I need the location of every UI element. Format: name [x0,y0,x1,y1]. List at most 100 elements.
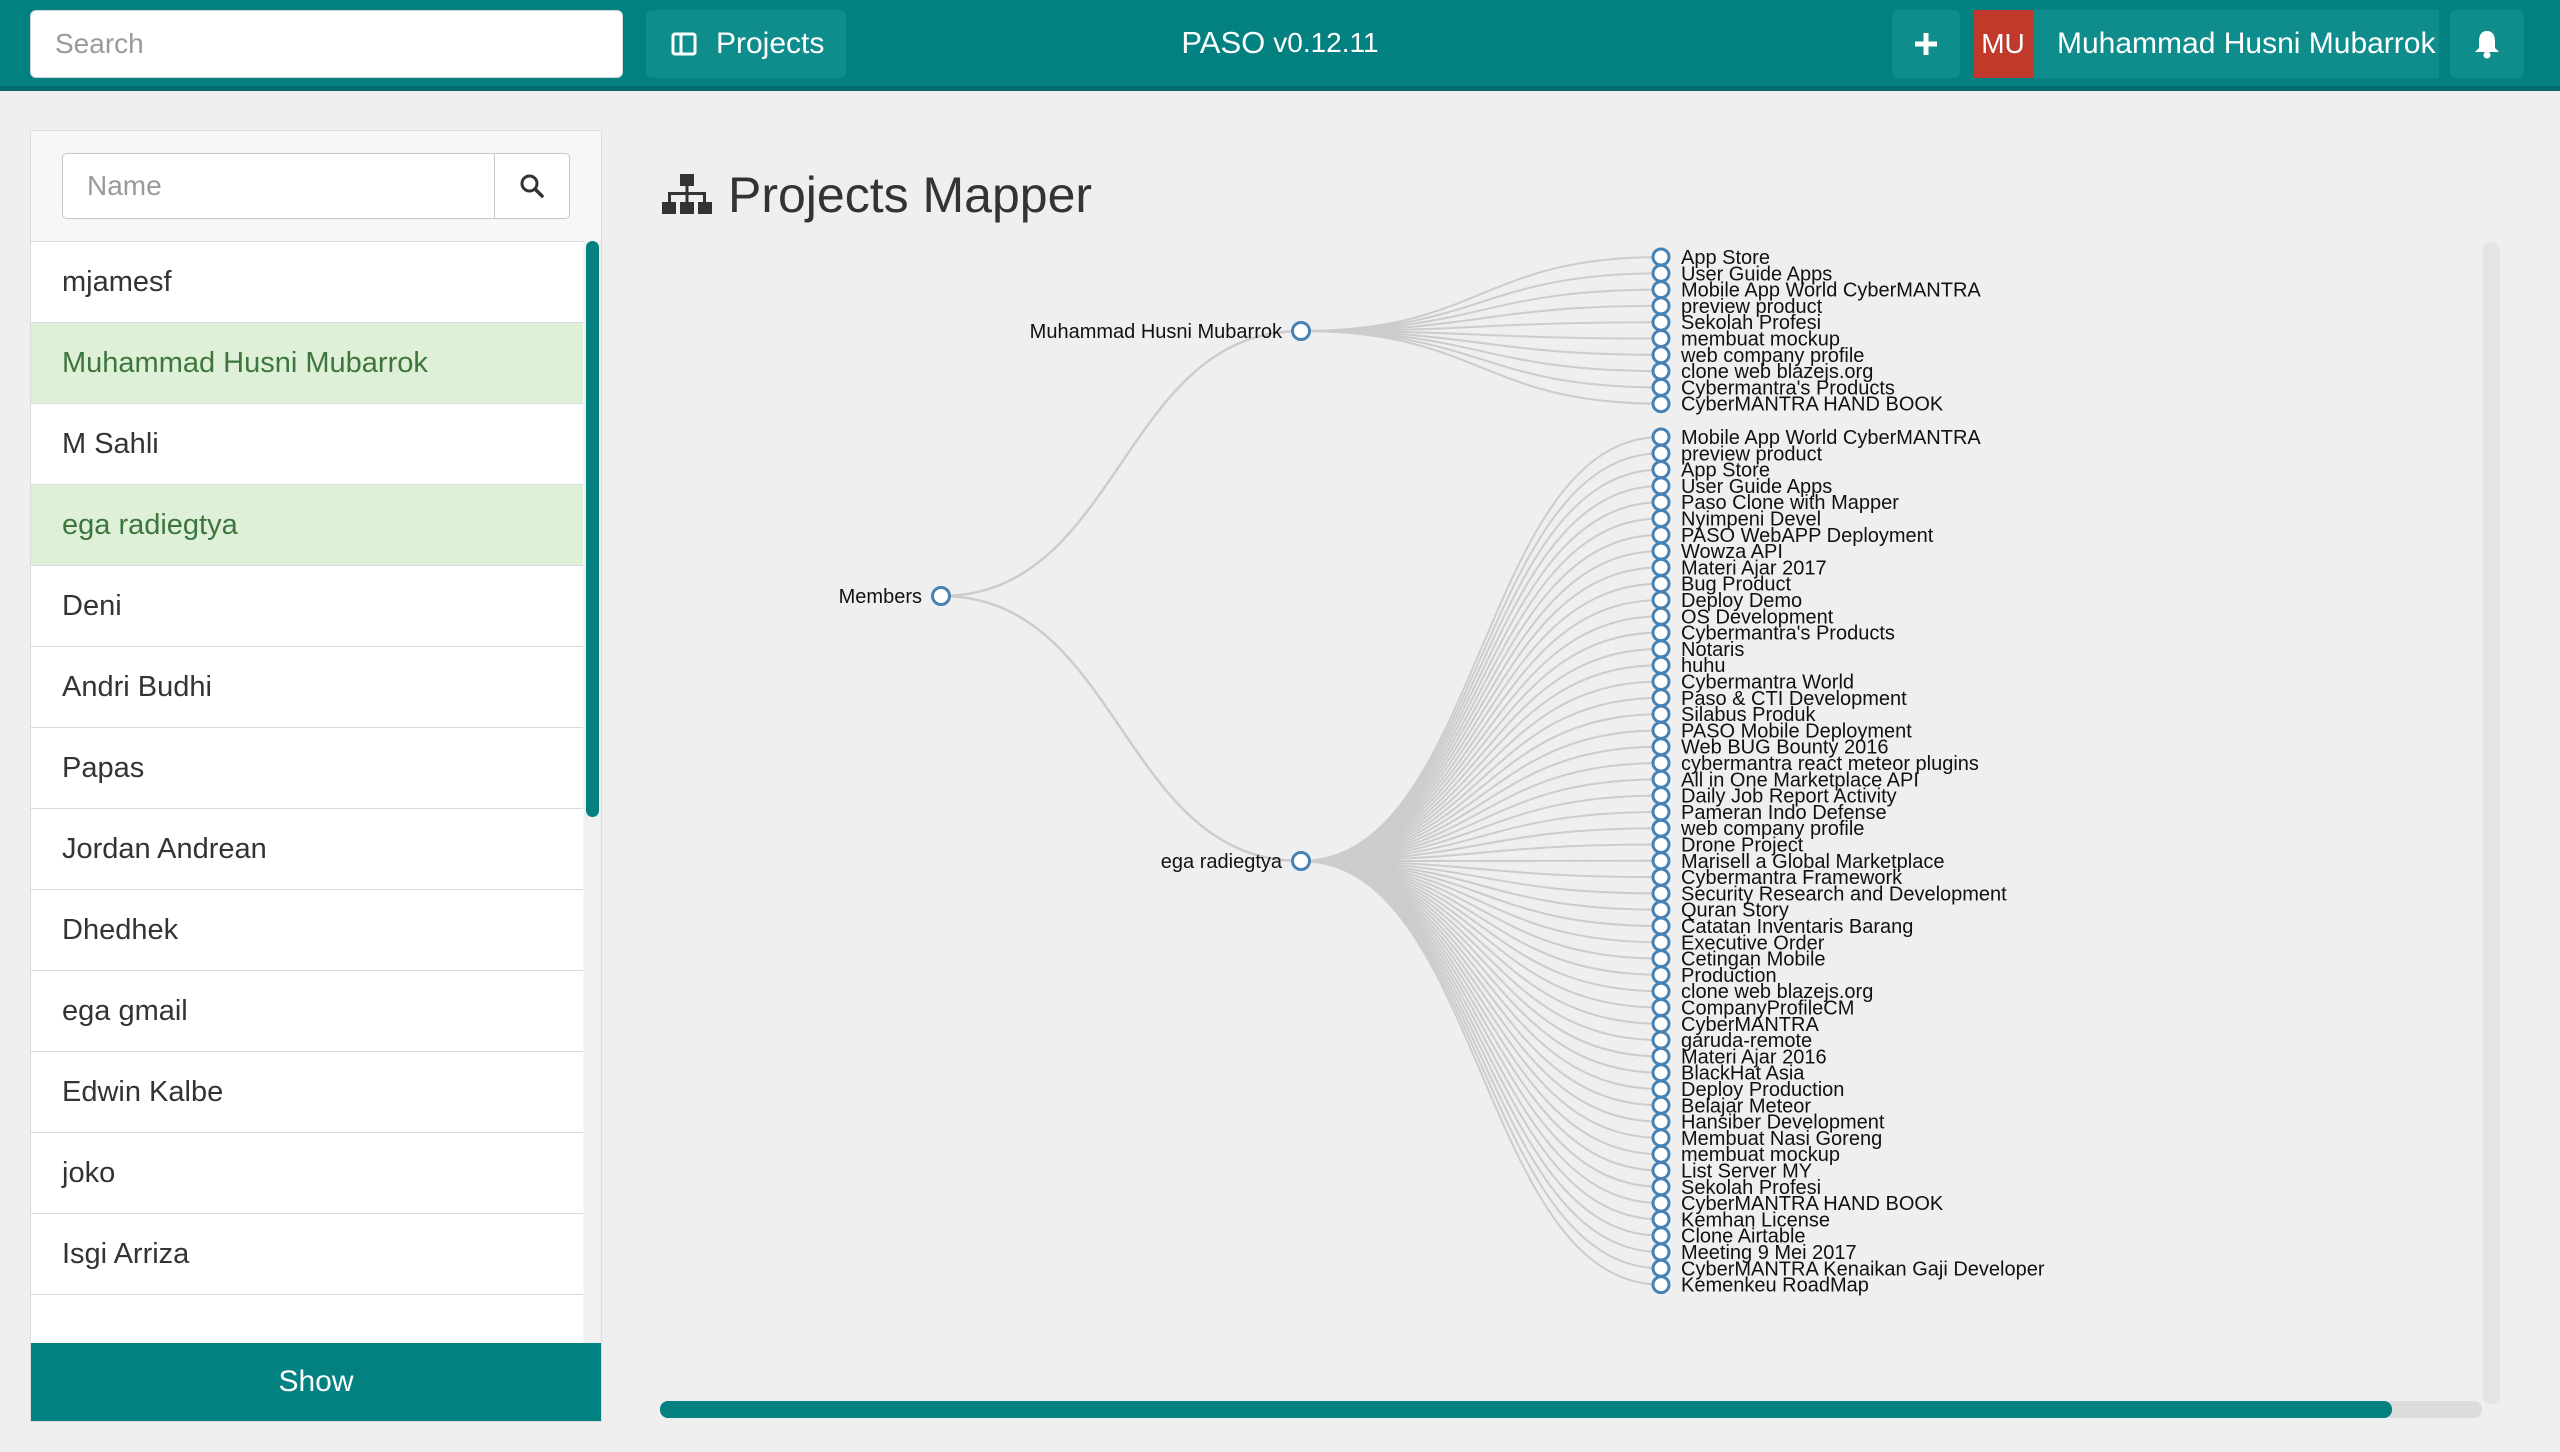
tree-link [1300,517,1662,862]
project-node[interactable] [1651,247,1671,267]
member-node[interactable] [1291,321,1311,341]
project-node[interactable] [1651,263,1671,283]
project-node[interactable] [1651,460,1671,480]
project-node[interactable] [1651,867,1671,887]
project-node[interactable] [1651,1063,1671,1083]
project-node[interactable] [1651,1095,1671,1115]
tree-link [1300,330,1662,389]
project-node[interactable] [1651,312,1671,332]
root-node-label: Members [839,586,922,608]
project-node[interactable] [1651,525,1671,545]
project-node[interactable] [1651,688,1671,708]
tree-link [1300,321,1662,332]
project-node[interactable] [1651,541,1671,561]
project-node[interactable] [1651,981,1671,1001]
tree-link [1300,664,1662,862]
project-node[interactable] [1651,1209,1671,1229]
project-node[interactable] [1651,427,1671,447]
tree-link [1300,860,1662,1042]
project-node[interactable] [1651,280,1671,300]
project-node[interactable] [1651,509,1671,528]
project-node-label: Kemenkeu RoadMap [1681,1275,1869,1297]
member-node-label: Muhammad Husni Mubarrok [1030,321,1283,343]
project-node[interactable] [1651,1030,1671,1050]
project-node[interactable] [1651,1177,1671,1197]
project-node[interactable] [1651,361,1671,381]
project-node[interactable] [1651,1046,1671,1066]
project-node[interactable] [1651,1242,1671,1262]
project-node[interactable] [1651,1226,1671,1246]
map-horizontal-scrollbar[interactable] [660,1401,2482,1418]
project-node[interactable] [1651,672,1671,691]
project-node[interactable] [1651,1128,1671,1148]
tree-link [1300,860,1662,1156]
project-node[interactable] [1651,720,1671,740]
project-node[interactable] [1651,1161,1671,1180]
project-node[interactable] [1651,1193,1671,1213]
project-node[interactable] [1651,851,1671,871]
project-node[interactable] [1651,704,1671,724]
project-node[interactable] [1651,802,1671,822]
project-node[interactable] [1651,557,1671,577]
project-node[interactable] [1651,476,1671,496]
project-node[interactable] [1651,574,1671,594]
project-node[interactable] [1651,786,1671,806]
tree-link [1300,713,1662,862]
projects-tree: MembersMuhammad Husni MubarrokApp StoreU… [839,247,2045,1297]
project-node[interactable] [1651,606,1671,626]
member-node-label: ega radiegtya [1161,851,1283,873]
tree-link [1300,615,1662,862]
project-node[interactable] [1651,345,1671,365]
tree-link [1300,566,1662,862]
project-node[interactable] [1651,835,1671,854]
tree-link [1300,599,1662,862]
tree-link [1300,860,1662,1205]
tree-link [940,594,1302,863]
map-horizontal-scroll-thumb[interactable] [660,1401,2392,1418]
project-node[interactable] [1651,1014,1671,1034]
project-node[interactable] [1651,1275,1671,1295]
project-node[interactable] [1651,753,1671,773]
project-node[interactable] [1651,769,1671,789]
tree-link [1300,860,1662,1123]
member-node[interactable] [1291,851,1311,871]
map-vertical-scrollbar[interactable] [2483,242,2500,1404]
project-node[interactable] [1651,623,1671,643]
project-node[interactable] [1651,1258,1671,1278]
project-node[interactable] [1651,655,1671,675]
project-node[interactable] [1651,1144,1671,1164]
project-node-label: CyberMANTRA HAND BOOK [1681,394,1944,416]
project-node[interactable] [1651,590,1671,610]
tree-link [1300,860,1662,1107]
tree-link [1300,330,1662,373]
project-node[interactable] [1651,965,1671,985]
tree-link [1300,860,1662,1009]
project-node[interactable] [1651,443,1671,463]
root-node[interactable] [931,586,951,606]
tree-link [940,329,1302,598]
project-node[interactable] [1651,949,1671,969]
project-node[interactable] [1651,916,1671,936]
project-node[interactable] [1651,377,1671,397]
project-node[interactable] [1651,998,1671,1017]
project-node[interactable] [1651,1112,1671,1132]
project-node[interactable] [1651,900,1671,920]
tree-link [1300,860,1662,1253]
project-node[interactable] [1651,329,1671,348]
tree-link [1300,468,1662,862]
tree-link [1300,860,1662,1058]
tree-link [1300,860,1662,1221]
project-node[interactable] [1651,883,1671,903]
tree-link [1300,256,1662,332]
project-node[interactable] [1651,932,1671,952]
tree-link [1300,288,1662,332]
project-node[interactable] [1651,296,1671,316]
project-node[interactable] [1651,394,1671,414]
project-node[interactable] [1651,737,1671,757]
project-node[interactable] [1651,639,1671,659]
tree-link [1300,680,1662,862]
project-node[interactable] [1651,1079,1671,1099]
tree-link [1300,501,1662,862]
project-node[interactable] [1651,818,1671,838]
project-node[interactable] [1651,492,1671,512]
